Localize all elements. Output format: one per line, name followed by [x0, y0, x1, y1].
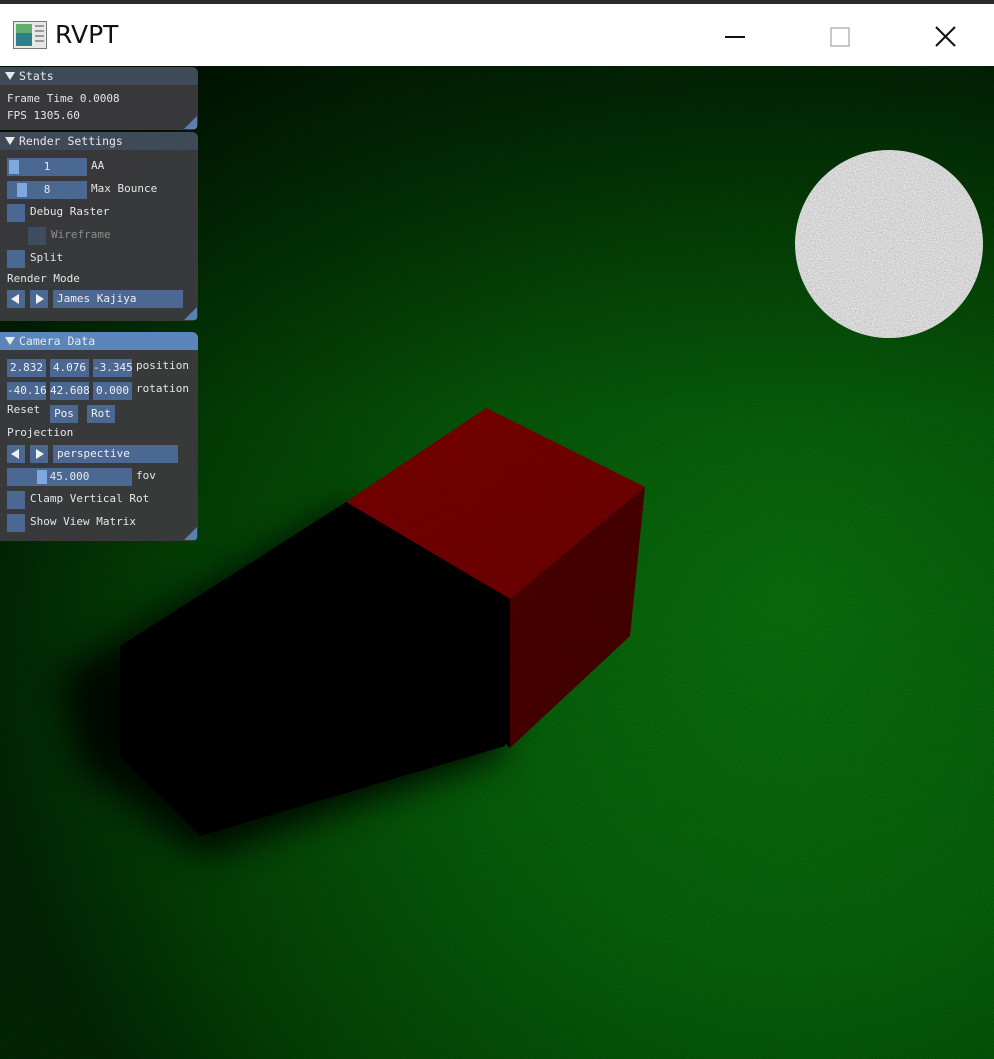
stats-header[interactable]: Stats	[0, 67, 198, 85]
render-settings-title: Render Settings	[19, 134, 123, 148]
maximize-button[interactable]	[790, 8, 890, 66]
wireframe-label: Wireframe	[51, 228, 111, 241]
collapse-triangle-icon	[5, 337, 15, 345]
arrow-left-icon[interactable]	[7, 445, 25, 463]
rotation-z-field[interactable]: 0.000	[93, 382, 132, 400]
fps-text: FPS 1305.60	[7, 109, 80, 122]
reset-rot-button[interactable]: Rot	[87, 405, 115, 423]
reset-label: Reset	[7, 403, 41, 416]
arrow-left-icon[interactable]	[7, 290, 25, 308]
debug-raster-label: Debug Raster	[30, 205, 110, 218]
wireframe-checkbox[interactable]	[28, 227, 46, 245]
aa-slider[interactable]: 1	[7, 158, 87, 176]
reset-pos-button[interactable]: Pos	[50, 405, 78, 423]
close-icon	[935, 26, 956, 47]
render-settings-panel: Render Settings 1 AA 8 Max Bounce Debug …	[0, 132, 198, 321]
resize-grip-icon[interactable]	[184, 527, 197, 540]
camera-data-panel: Camera Data 2.832 4.076 -3.345 position …	[0, 332, 198, 541]
window-title: RVPT	[55, 20, 119, 49]
aa-value: 1	[43, 160, 51, 173]
collapse-triangle-icon	[5, 72, 15, 80]
arrow-right-icon[interactable]	[30, 290, 48, 308]
position-label: position	[136, 359, 189, 372]
camera-data-title: Camera Data	[19, 334, 96, 348]
position-y-field[interactable]: 4.076	[50, 359, 89, 377]
frame-time-text: Frame Time 0.0008	[7, 92, 120, 105]
render-mode-label: Render Mode	[7, 272, 80, 285]
max-bounce-value: 8	[43, 183, 51, 196]
aa-label: AA	[91, 159, 105, 172]
rotation-label: rotation	[136, 382, 189, 395]
clamp-vertical-rot-checkbox[interactable]	[7, 491, 25, 509]
clamp-vertical-rot-label: Clamp Vertical Rot	[30, 492, 150, 505]
resize-grip-icon[interactable]	[184, 116, 197, 129]
max-bounce-slider[interactable]: 8	[7, 181, 87, 199]
projection-label: Projection	[7, 426, 74, 439]
show-view-matrix-checkbox[interactable]	[7, 514, 25, 532]
fov-slider[interactable]: 45.000	[7, 468, 132, 486]
app-window: RVPT Stats Frame Time 0.0008 FPS 1305.60…	[0, 0, 994, 1059]
debug-raster-checkbox[interactable]	[7, 204, 25, 222]
collapse-triangle-icon	[5, 137, 15, 145]
title-bar[interactable]: RVPT	[0, 0, 994, 66]
render-mode-combo[interactable]: James Kajiya	[53, 290, 183, 308]
max-bounce-label: Max Bounce	[91, 182, 158, 195]
stats-panel: Stats Frame Time 0.0008 FPS 1305.60	[0, 67, 198, 130]
minimize-button[interactable]	[686, 8, 786, 66]
maximize-icon	[830, 27, 850, 47]
resize-grip-icon[interactable]	[184, 307, 197, 320]
render-settings-header[interactable]: Render Settings	[0, 132, 198, 150]
rotation-y-field[interactable]: 42.608	[50, 382, 89, 400]
show-view-matrix-label: Show View Matrix	[30, 515, 136, 528]
arrow-right-icon[interactable]	[30, 445, 48, 463]
fov-value: 45.000	[49, 470, 90, 483]
projection-combo[interactable]: perspective	[53, 445, 178, 463]
position-x-field[interactable]: 2.832	[7, 359, 46, 377]
fov-label: fov	[136, 469, 156, 482]
stats-title: Stats	[19, 69, 54, 83]
close-button[interactable]	[894, 8, 994, 66]
camera-data-header[interactable]: Camera Data	[0, 332, 198, 350]
position-z-field[interactable]: -3.345	[93, 359, 132, 377]
split-checkbox[interactable]	[7, 250, 25, 268]
app-icon	[13, 21, 47, 49]
rotation-x-field[interactable]: -40.16	[7, 382, 46, 400]
minimize-icon	[725, 36, 745, 38]
split-label: Split	[30, 251, 64, 264]
